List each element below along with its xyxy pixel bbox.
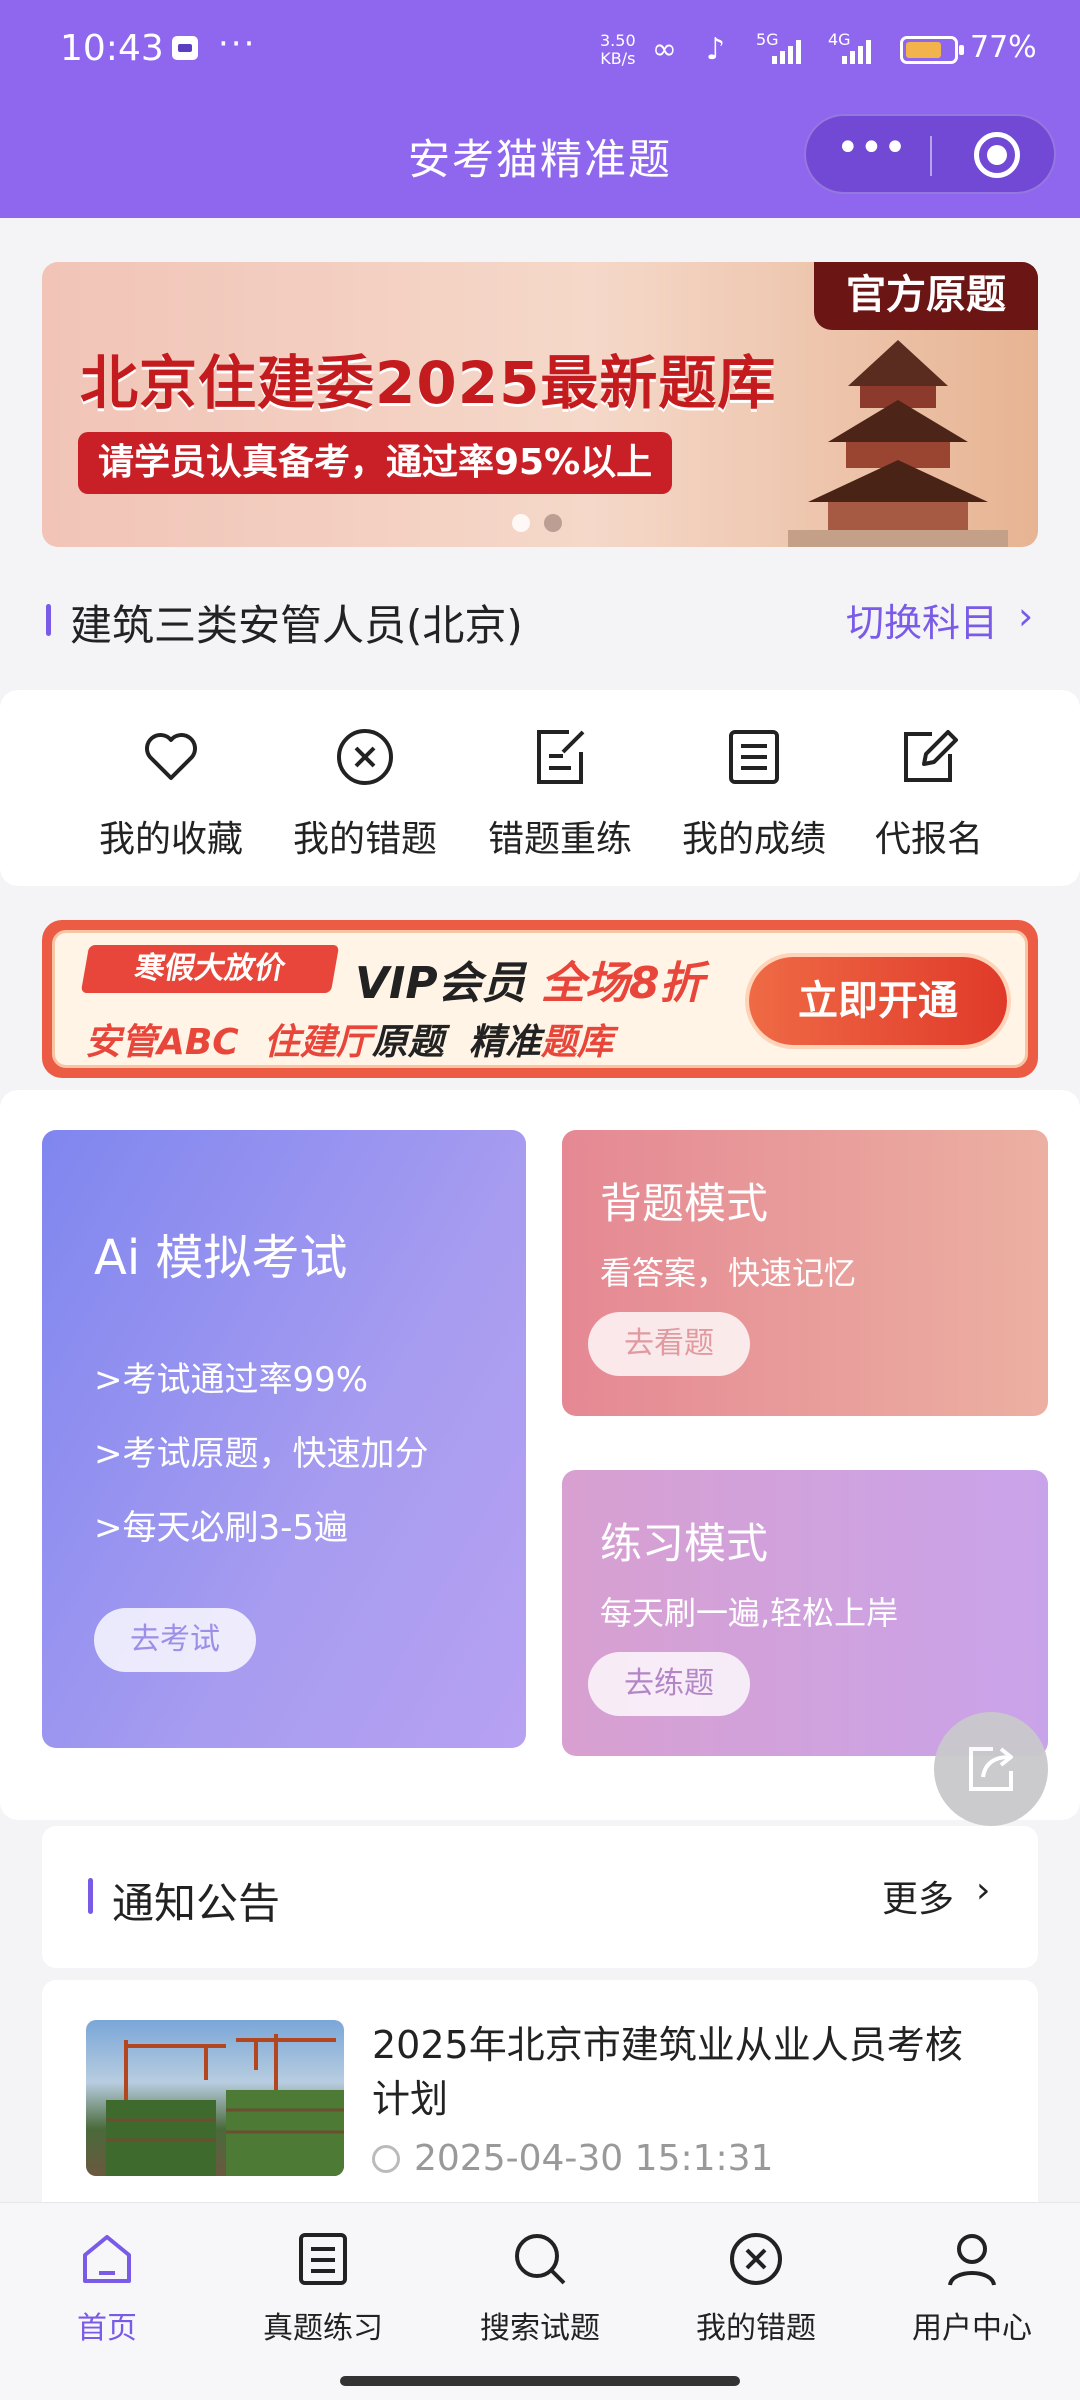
battery-level-fill [906,42,941,58]
tab-practice[interactable]: 真题练习 [238,2229,408,2347]
vip-promo-banner[interactable]: 寒假大放价 VIP会员 全场8折 安管ABC 住建厅原题 精准题库 立即开通 [42,920,1038,1078]
tab-label: 用户中心 [912,2311,1032,2346]
banner-tag: 官方原题 [814,262,1038,330]
quick-menu: 我的收藏 我的错题 错题重练 我的成绩 代报名 [0,690,1080,886]
tab-user[interactable]: 用户中心 [887,2229,1057,2347]
link-icon: ∞ [652,32,677,67]
quick-item-label: 我的收藏 [98,819,243,860]
promo-tag: 寒假大放价 [80,945,340,993]
mock-exam-point: >考试原题，快速加分 [94,1434,429,1474]
promo-subline: 安管ABC 住建厅原题 精准题库 [85,1022,613,1063]
signal-icon [772,38,801,64]
quick-item-wrong[interactable]: 我的错题 [280,726,450,862]
notice-title: 通知公告 [112,1879,281,1928]
chevron-right-icon[interactable]: › [976,1870,990,1911]
switch-subject-link[interactable]: 切换科目 [846,592,998,647]
practice-mode-title: 练习模式 [600,1519,769,1568]
clock-icon [372,2145,400,2173]
capsule-divider [930,136,932,176]
quick-item-label: 代报名 [874,819,983,860]
share-button[interactable] [934,1712,1048,1826]
notice-more-link[interactable]: 更多 [882,1870,954,1922]
go-exam-button[interactable]: 去考试 [94,1608,256,1672]
carousel-dot [544,514,562,532]
top-bar: 10:43 ··· 3.50 KB/s ∞ ♪ 5G 4G 77% 安考猫精准题 … [0,0,1080,218]
bottom-tab-bar: 首页 真题练习 搜索试题 我的错题 用户中心 [0,2202,1080,2400]
quick-item-label: 错题重练 [487,819,632,860]
promo-cta-button[interactable]: 立即开通 [749,957,1007,1045]
tab-label: 真题练习 [263,2311,383,2346]
go-recite-button[interactable]: 去看题 [588,1312,750,1376]
section-accent-bar [46,604,51,636]
banner-subline: 请学员认真备考，通过率95%以上 [78,432,673,494]
quick-item-register[interactable]: 代报名 [844,726,1014,862]
tab-label: 我的错题 [696,2311,816,2346]
mock-exam-title: Ai 模拟考试 [94,1230,348,1286]
tab-search[interactable]: 搜索试题 [455,2229,625,2347]
notice-item-title: 2025年北京市建筑业从业人员考核计划 [372,2023,963,2121]
doc-lines-icon [729,730,779,784]
tab-label: 首页 [77,2311,137,2346]
notice-header: 通知公告 更多 › [42,1826,1038,1968]
quick-item-favorites[interactable]: 我的收藏 [86,726,256,862]
edit-doc-icon [537,730,585,784]
quick-item-label: 我的错题 [292,819,437,860]
battery-icon [900,36,964,64]
notification-app-icon [172,36,198,60]
recite-mode-desc: 看答案，快速记忆 [600,1254,857,1292]
tab-home[interactable]: 首页 [22,2229,192,2347]
mock-exam-card[interactable]: Ai 模拟考试 >考试通过率99% >考试原题，快速加分 >每天必刷3-5遍 去… [42,1130,526,1748]
quick-item-label: 我的成绩 [681,819,826,860]
recite-mode-card[interactable]: 背题模式 看答案，快速记忆 去看题 [562,1130,1048,1416]
carousel-dot-active [512,514,530,532]
battery-percent: 77% [970,30,1037,65]
notice-list-item[interactable]: 2025年北京市建筑业从业人员考核计划 2025-04-30 15:1:31 [42,1980,1038,2220]
section-accent-bar [88,1878,93,1914]
mute-icon: ♪ [706,32,726,67]
tab-label: 搜索试题 [480,2311,600,2346]
construction-thumbnail [86,2020,344,2176]
banner-headline: 北京住建委2025最新题库 [80,349,777,417]
banner-carousel[interactable]: 官方原题 北京住建委2025最新题库 请学员认真备考，通过率95%以上 [42,262,1038,547]
signal-icon [842,38,871,64]
home-indicator[interactable] [340,2376,740,2386]
practice-mode-desc: 每天刷一遍,轻松上岸 [600,1594,899,1632]
quick-item-scores[interactable]: 我的成绩 [669,726,839,862]
share-icon [969,1747,1013,1791]
go-practice-button[interactable]: 去练题 [588,1652,750,1716]
tab-wrong[interactable]: 我的错题 [671,2229,841,2347]
target-circle-icon[interactable] [974,132,1020,178]
notice-item-date: 2025-04-30 15:1:31 [372,2138,773,2179]
doc-lines-icon [299,2233,347,2285]
status-time: 10:43 [60,28,164,69]
chevron-right-icon[interactable]: › [1018,594,1033,638]
more-dots-icon[interactable]: ••• [836,128,907,178]
heart-icon [145,733,197,780]
user-icon [948,2234,996,2286]
status-more-dots: ··· [218,24,257,64]
mini-program-capsule: ••• [804,114,1056,194]
x-circle-icon [730,2233,782,2285]
pencil-square-icon [904,730,958,782]
mock-exam-point: >考试通过率99% [94,1360,369,1400]
promo-vip-text: VIP会员 全场8折 [355,958,704,1009]
status-bar: 10:43 ··· 3.50 KB/s ∞ ♪ 5G 4G 77% [0,0,1080,100]
current-subject: 建筑三类安管人员(北京) [70,601,523,650]
home-icon [83,2235,131,2283]
temple-illustration [788,340,1008,547]
recite-mode-title: 背题模式 [600,1179,769,1228]
x-circle-icon [337,729,393,785]
carousel-dots [512,514,562,532]
network-speed: 3.50 KB/s [600,31,636,68]
search-icon [515,2234,566,2285]
quick-item-retry[interactable]: 错题重练 [475,726,645,862]
mock-exam-point: >每天必刷3-5遍 [94,1508,349,1548]
